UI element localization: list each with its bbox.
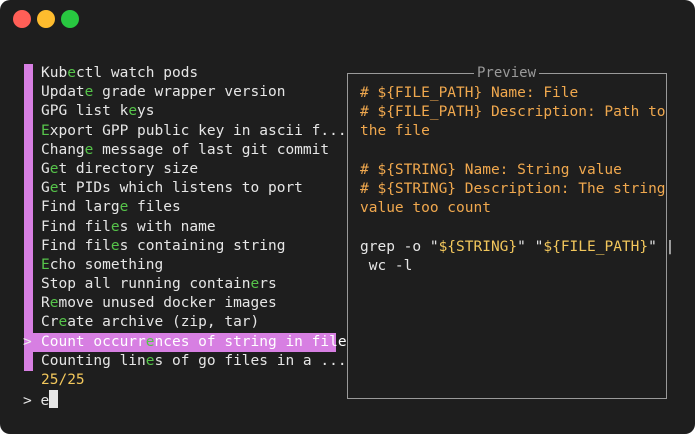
list-item[interactable]: Get PIDs which listens to port xyxy=(0,179,340,198)
match-highlight: E xyxy=(41,122,50,139)
preview-line: # ${STRING} Name: String value xyxy=(360,161,622,178)
list-item[interactable]: Remove unused docker images xyxy=(0,294,340,313)
list-item[interactable]: Find large files xyxy=(0,198,340,217)
minimize-button[interactable] xyxy=(37,10,55,28)
preview-line: # ${FILE_PATH} Description: Path to xyxy=(360,104,666,121)
list-item[interactable]: Export GPP public key in ascii f... xyxy=(0,122,347,141)
match-highlight: e xyxy=(128,103,138,120)
preview-line xyxy=(360,218,660,237)
list-item[interactable]: Get directory size xyxy=(0,160,340,179)
list-item-label: Export GPP public key in ascii f... xyxy=(41,122,347,139)
list-item-label: Counting lines of go files in a ... xyxy=(41,352,347,369)
list-item-label: Create archive (zip, tar) xyxy=(41,314,260,331)
search-query[interactable]: e xyxy=(40,393,49,409)
list-item[interactable]: Create archive (zip, tar) xyxy=(0,313,340,332)
close-button[interactable] xyxy=(13,10,31,28)
list-item-label: Find files containing string xyxy=(41,237,286,254)
list-item[interactable]: Echo something xyxy=(0,256,340,275)
list-item-label: Find files with name xyxy=(41,218,216,235)
selection-pointer: > xyxy=(23,333,32,350)
list-item[interactable]: Kubectl watch pods xyxy=(0,64,340,83)
match-highlight: e xyxy=(58,314,68,331)
list-item[interactable]: Find files with name xyxy=(0,218,340,237)
match-highlight: e xyxy=(250,276,260,293)
preview-line: grep -o "${STRING}" "${FILE_PATH}" | xyxy=(360,238,675,255)
list-item[interactable]: Find files containing string xyxy=(0,237,340,256)
preview-line xyxy=(360,142,660,161)
list-item-label: Find large files xyxy=(41,199,181,216)
list-item-label: Remove unused docker images xyxy=(41,295,277,312)
preview-line: the file xyxy=(360,123,430,140)
list-item-label: Echo something xyxy=(41,256,164,273)
terminal-window: Kubectl watch pods Update grade wrapper v… xyxy=(0,0,695,434)
search-prompt[interactable]: > e xyxy=(23,390,59,411)
preview-line: wc -l xyxy=(360,257,413,274)
match-highlight: e xyxy=(145,352,155,369)
list-item-label: Get PIDs which listens to port xyxy=(41,180,303,197)
variable-token: ${STRING} xyxy=(438,238,518,255)
list-item[interactable]: GPG list keys xyxy=(0,102,340,121)
preview-title: Preview xyxy=(474,64,540,82)
preview-line: # ${FILE_PATH} Name: File xyxy=(360,85,579,101)
match-highlight: e xyxy=(110,237,120,254)
match-highlight: E xyxy=(41,256,50,273)
preview-content: # ${FILE_PATH} Name: File # ${FILE_PATH} … xyxy=(360,84,675,276)
list-item-label: Kubectl watch pods xyxy=(41,65,199,81)
list-item[interactable]: Stop all running containers xyxy=(0,275,340,294)
match-highlight: e xyxy=(145,333,155,350)
list-item-label: Change message of last git commit xyxy=(41,141,330,158)
list-item-label: Update grade wrapper version xyxy=(41,84,286,101)
match-highlight: e xyxy=(67,65,76,81)
list-item[interactable]: Counting lines of go files in a ... xyxy=(0,352,347,371)
list-item-label: Count occurrences of string in file xyxy=(41,333,347,350)
list-item-selected[interactable]: > Count occurrences of string in file xyxy=(0,332,347,352)
list-item-label: GPG list keys xyxy=(41,103,155,120)
results-list: Kubectl watch pods Update grade wrapper v… xyxy=(0,64,347,371)
match-count: 25/25 xyxy=(41,372,85,388)
text-cursor xyxy=(49,390,59,408)
list-item-label: Get directory size xyxy=(41,160,199,177)
prompt-symbol: > xyxy=(23,393,32,409)
match-highlight: e xyxy=(110,218,120,235)
preview-line: # ${STRING} Description: The string xyxy=(360,180,666,197)
zoom-button[interactable] xyxy=(61,10,79,28)
list-item[interactable]: Update grade wrapper version xyxy=(0,83,340,102)
list-item-label: Stop all running containers xyxy=(41,276,277,293)
preview-line: value too count xyxy=(360,200,491,217)
match-highlight: e xyxy=(119,199,129,216)
variable-token: ${FILE_PATH} xyxy=(543,238,649,255)
preview-pane[interactable]: Preview # ${FILE_PATH} Name: File # ${FIL… xyxy=(347,64,675,399)
list-item[interactable]: Change message of last git commit xyxy=(0,141,340,160)
